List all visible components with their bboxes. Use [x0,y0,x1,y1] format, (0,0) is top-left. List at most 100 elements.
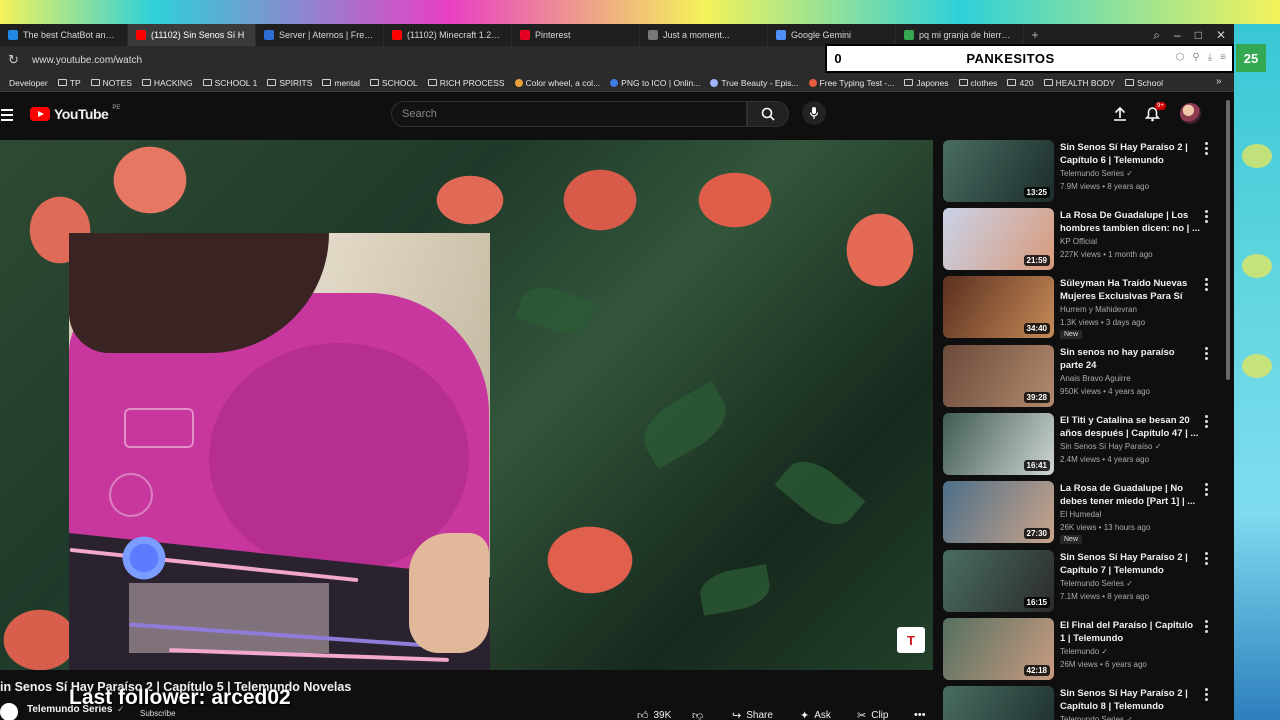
related-video-item[interactable]: 39:28 Sin senos no hay paraíso parte 24 An… [943,345,1223,411]
related-video-channel[interactable]: Anais Bravo Aguirre [1060,374,1131,383]
reload-icon[interactable]: ↻ [8,52,22,68]
menu-icon[interactable]: ≡ [1220,52,1226,63]
minimize-icon[interactable]: – [1174,28,1181,43]
browser-tab[interactable]: (11102) Sin Senos Sí H [128,24,256,46]
bookmark-item[interactable]: SPIRITS [262,78,317,88]
related-video-item[interactable]: 27:30 La Rosa de Guadalupe | No debes ten… [943,481,1223,547]
more-actions-button[interactable]: ••• [914,706,926,720]
video-thumbnail[interactable]: 39:28 [943,345,1054,407]
browser-tab[interactable]: Pinterest [512,24,640,46]
bookmark-item[interactable]: Color wheel, a col... [510,78,606,88]
related-video-channel[interactable]: KP Official [1060,237,1097,246]
browser-tab[interactable]: The best ChatBot and Wid [0,24,128,46]
related-video-channel[interactable]: Telemundo Series ✓ [1060,169,1133,178]
related-video-item[interactable]: 16:15 Sin Senos Sí Hay Paraíso 2 | Capítu… [943,550,1223,616]
youtube-logo[interactable]: YouTube PE [30,105,120,122]
bookmarks-overflow-icon[interactable]: » [1216,76,1222,87]
more-options-icon[interactable] [1202,142,1210,155]
related-video-channel[interactable]: El Humedal [1060,510,1101,519]
browser-tab[interactable]: Google Gemini [768,24,896,46]
related-video-channel[interactable]: Telemundo Series ✓ [1060,579,1133,588]
video-thumbnail[interactable]: 42:18 [943,618,1054,680]
related-video-title[interactable]: Sin Senos Sí Hay Paraíso 2 | Capítulo 8 … [1060,687,1200,714]
bookmark-item[interactable]: HEALTH BODY [1039,78,1120,88]
dislike-button[interactable]: 👎︎ [692,706,703,720]
bookmark-item[interactable]: clothes [954,78,1003,88]
video-thumbnail[interactable]: 21:59 [943,208,1054,270]
profile-icon[interactable]: ⚲ [1192,52,1199,63]
related-video-item[interactable]: 13:25 Sin Senos Sí Hay Paraíso 2 | Capítu… [943,140,1223,206]
bookmark-item[interactable]: RICH PROCESS [423,78,510,88]
video-thumbnail[interactable] [943,686,1054,720]
bookmark-item[interactable]: SCHOOL 1 [198,78,263,88]
close-window-icon[interactable]: ✕ [1216,28,1226,43]
bookmark-item[interactable]: NOTES [86,78,137,88]
browser-tab[interactable]: (11102) Minecraft 1.20 Eas [384,24,512,46]
related-video-title[interactable]: Sin Senos Sí Hay Paraíso 2 | Capítulo 7 … [1060,551,1200,578]
search-input[interactable]: Search [391,101,747,127]
related-video-item[interactable]: 34:40 Süleyman Ha Traído Nuevas Mujeres E… [943,276,1223,342]
related-video-item[interactable]: Sin Senos Sí Hay Paraíso 2 | Capítulo 8 … [943,686,1223,720]
page-scrollbar[interactable] [1226,100,1230,380]
video-thumbnail[interactable]: 27:30 [943,481,1054,543]
related-video-channel[interactable]: Telemundo ✓ [1060,647,1108,656]
related-video-item[interactable]: 21:59 La Rosa De Guadalupe | Los hombres … [943,208,1223,274]
channel-avatar[interactable] [0,703,18,720]
search-tabs-icon[interactable]: ⌕ [1153,28,1160,43]
bookmark-item[interactable]: HACKING [137,78,198,88]
ask-button[interactable]: ✦ Ask [800,706,831,720]
related-video-item[interactable]: 16:41 El Titi y Catalina se besan 20 años… [943,413,1223,479]
video-player[interactable] [0,140,933,670]
download-icon[interactable]: ⤓ [1208,52,1212,63]
create-button[interactable] [1113,106,1127,127]
more-options-icon[interactable] [1202,552,1210,565]
clip-button[interactable]: ✂ Clip [857,706,888,720]
related-video-title[interactable]: La Rosa De Guadalupe | Los hombres tambi… [1060,209,1200,235]
bookmark-item[interactable]: TP [53,78,86,88]
subscribe-button[interactable]: Subscribe [140,709,176,718]
related-video-title[interactable]: Sin senos no hay paraíso parte 24 [1060,346,1200,372]
related-video-title[interactable]: El Titi y Catalina se besan 20 años desp… [1060,414,1200,440]
bookmark-item[interactable]: School [1120,78,1168,88]
more-options-icon[interactable] [1202,278,1210,291]
account-avatar[interactable] [1180,103,1201,124]
more-options-icon[interactable] [1202,415,1210,428]
bookmark-item[interactable]: mental [317,78,365,88]
maximize-icon[interactable]: □ [1195,28,1202,43]
related-video-title[interactable]: El Final del Paraíso | Capitulo 1 | Tele… [1060,619,1200,645]
bookmark-item[interactable]: 420 [1002,78,1038,88]
more-options-icon[interactable] [1202,210,1210,223]
search-button[interactable] [747,101,789,127]
browser-tab[interactable]: Server | Aternos | Free Mi [256,24,384,46]
video-thumbnail[interactable]: 34:40 [943,276,1054,338]
related-video-item[interactable]: 42:18 El Final del Paraíso | Capitulo 1 |… [943,618,1223,684]
browser-tab[interactable]: Just a moment... [640,24,768,46]
related-video-title[interactable]: La Rosa de Guadalupe | No debes tener mi… [1060,482,1200,508]
voice-search-button[interactable] [802,101,826,125]
video-thumbnail[interactable]: 16:15 [943,550,1054,612]
bookmark-item[interactable]: Japones [899,78,953,88]
video-thumbnail[interactable]: 13:25 [943,140,1054,202]
bookmark-item[interactable]: PNG to ICO | Onlin... [605,78,705,88]
more-options-icon[interactable] [1202,347,1210,360]
related-video-title[interactable]: Sin Senos Sí Hay Paraíso 2 | Capítulo 6 … [1060,141,1200,168]
video-thumbnail[interactable]: 16:41 [943,413,1054,475]
more-options-icon[interactable] [1202,620,1210,633]
related-video-title[interactable]: Süleyman Ha Traído Nuevas Mujeres Exclus… [1060,277,1200,303]
related-video-channel[interactable]: Sin Senos Sí Hay Paraíso ✓ [1060,442,1161,451]
browser-tab[interactable]: pq mi granja de hierro me [896,24,1024,46]
more-options-icon[interactable] [1202,483,1210,496]
like-button[interactable]: 👍︎ 39K [637,706,671,720]
share-button[interactable]: ↪ Share [732,706,773,720]
related-video-channel[interactable]: Hurrem y Mahidevran [1060,305,1137,314]
extensions-icon[interactable]: ⬡ [1176,52,1185,63]
bookmark-item[interactable]: True Beauty - Epis... [705,78,803,88]
more-options-icon[interactable] [1202,688,1210,701]
url-field[interactable]: www.youtube.com/watch [32,55,142,66]
hamburger-menu-icon[interactable] [1,109,13,121]
new-tab-button[interactable]: + [1024,28,1046,42]
bookmark-item[interactable]: Free Typing Test -... [804,78,900,88]
bookmark-item[interactable]: Developer [4,78,53,88]
bookmark-item[interactable]: SCHOOL [365,78,423,88]
related-video-channel[interactable]: Telemundo Series ✓ [1060,715,1133,720]
